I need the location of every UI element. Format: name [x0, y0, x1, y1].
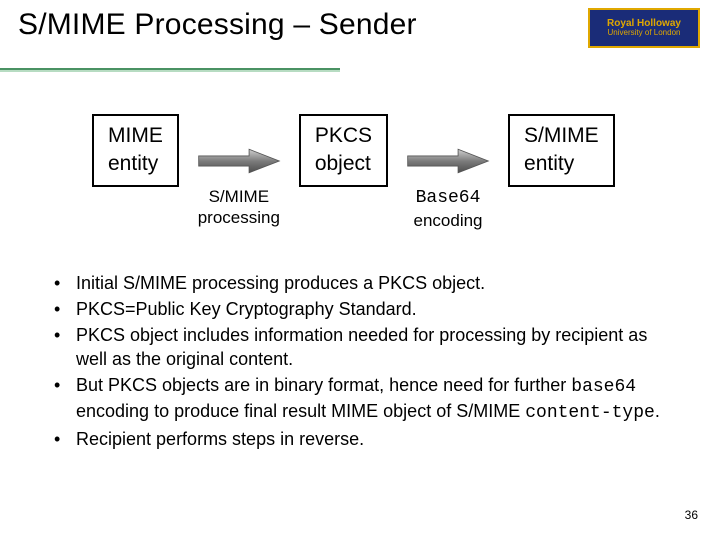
bullet-2: PKCS=Public Key Cryptography Standard.	[48, 298, 664, 322]
bullet-4-post: .	[655, 401, 660, 421]
arrow2-caption-line1: Base64	[416, 188, 481, 208]
box-mime-entity: MIME entity	[92, 114, 179, 187]
arrow1-caption-line2: processing	[198, 207, 280, 228]
arrow1-caption-line1: S/MIME	[198, 186, 280, 207]
bullet-4-mono1: base64	[571, 377, 636, 397]
diagram: MIME entity S/MIME proce	[92, 114, 672, 231]
bullet-5: Recipient performs steps in reverse.	[48, 428, 664, 452]
slide: S/MIME Processing – Sender Royal Hollowa…	[0, 0, 720, 540]
arrow-2-col: Base64 encoding	[388, 114, 508, 231]
arrow-right-icon	[197, 146, 281, 176]
bullet-4-pre: But PKCS objects are in binary format, h…	[76, 375, 571, 395]
box-smime-entity: S/MIME entity	[508, 114, 615, 187]
box2-line2: object	[315, 150, 372, 178]
page-title: S/MIME Processing – Sender	[18, 8, 417, 42]
box-pkcs-object: PKCS object	[299, 114, 388, 187]
divider-line	[0, 68, 340, 72]
bullet-4-mid: encoding to produce final result MIME ob…	[76, 401, 525, 421]
bullet-1: Initial S/MIME processing produces a PKC…	[48, 272, 664, 296]
bullet-3: PKCS object includes information needed …	[48, 324, 664, 372]
logo: Royal Holloway University of London	[588, 8, 700, 48]
logo-line2: University of London	[608, 29, 681, 38]
arrow2-caption: Base64 encoding	[414, 186, 483, 231]
title-row: S/MIME Processing – Sender Royal Hollowa…	[0, 0, 720, 64]
bullet-list: Initial S/MIME processing produces a PKC…	[48, 272, 664, 454]
bullet-4: But PKCS objects are in binary format, h…	[48, 374, 664, 426]
box3-line1: S/MIME	[524, 122, 599, 150]
box1-line2: entity	[108, 150, 163, 178]
arrow1-caption: S/MIME processing	[198, 186, 280, 229]
box3-line2: entity	[524, 150, 599, 178]
bullet-4-mono2: content-type	[525, 403, 655, 423]
arrow-right-icon	[406, 146, 490, 176]
box2-line1: PKCS	[315, 122, 372, 150]
page-number: 36	[685, 508, 698, 522]
arrow2-caption-line2: encoding	[414, 210, 483, 231]
arrow-1-col: S/MIME processing	[179, 114, 299, 229]
box1-line1: MIME	[108, 122, 163, 150]
